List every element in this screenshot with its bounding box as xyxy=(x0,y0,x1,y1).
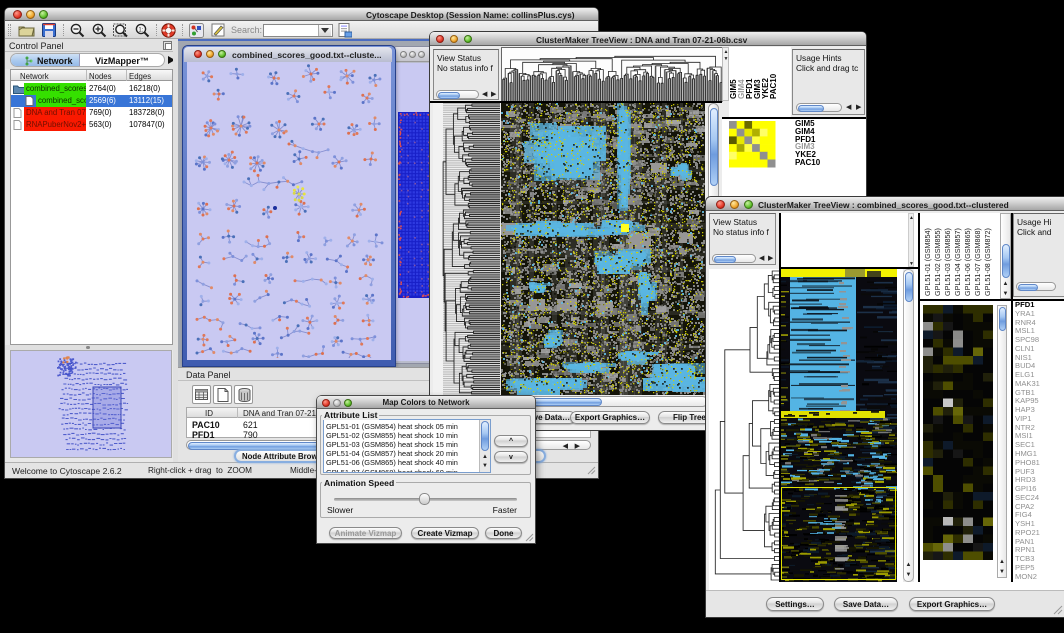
svg-text:1:: 1: xyxy=(138,28,143,34)
